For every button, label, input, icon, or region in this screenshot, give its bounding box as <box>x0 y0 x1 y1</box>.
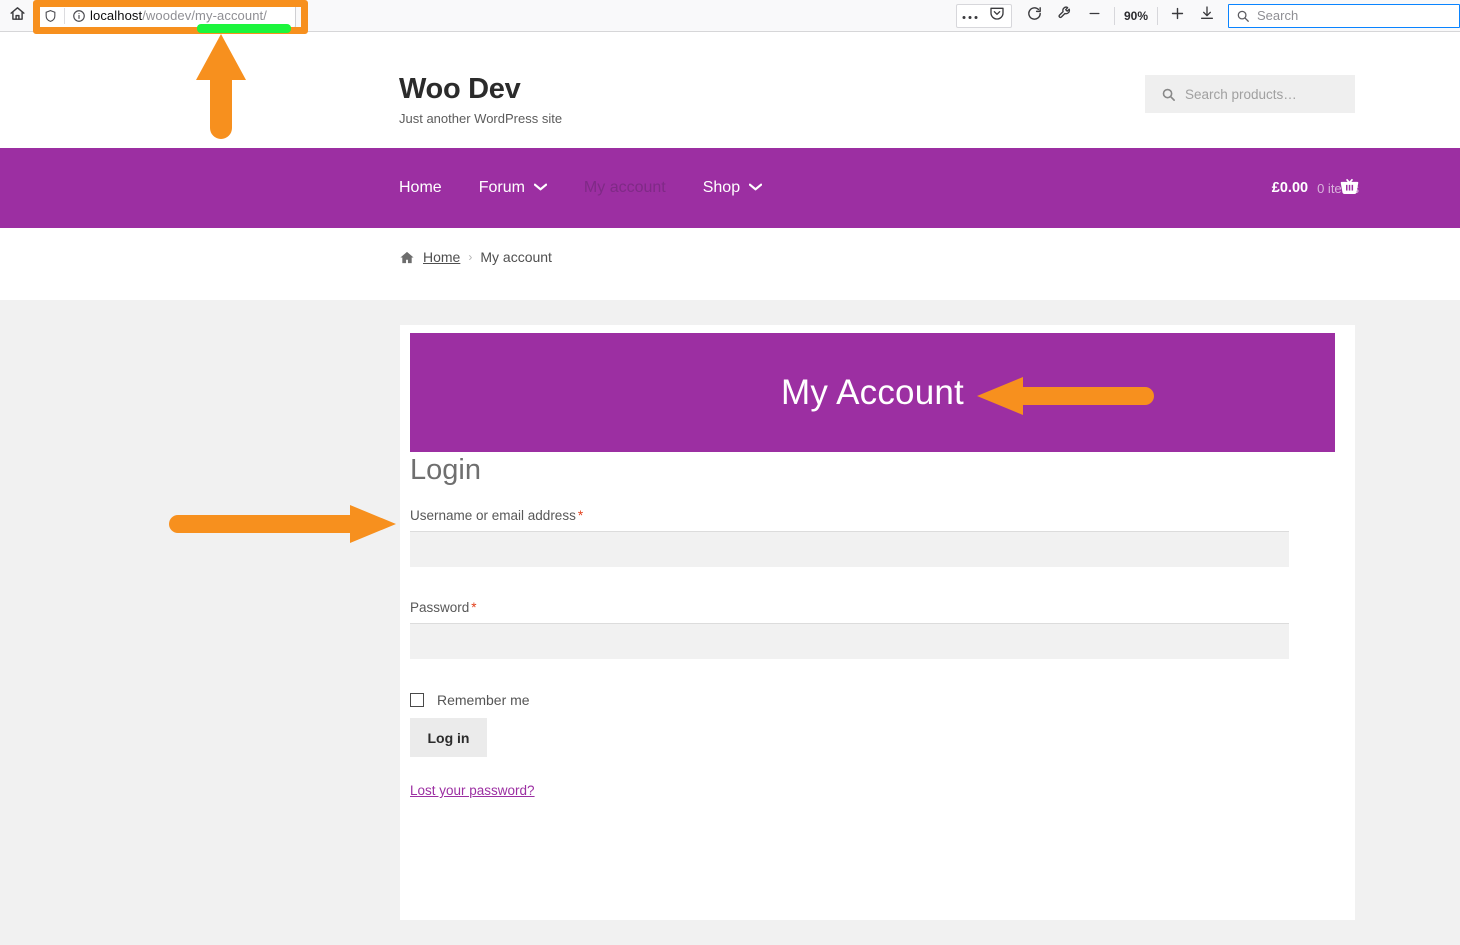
chevron-down-icon[interactable] <box>533 183 548 194</box>
address-bar[interactable]: localhost/woodev/my-account/ <box>36 3 296 28</box>
reload-icon <box>1026 5 1043 27</box>
ellipsis-menu-button[interactable] <box>957 5 984 27</box>
password-label-text: Password <box>410 600 470 615</box>
username-field-group: Username or email address * <box>410 508 1310 567</box>
my-account-card: My Account Login Username or email addre… <box>400 325 1355 920</box>
url-path: /woodev/my-account/ <box>142 8 267 23</box>
chevron-down-icon[interactable] <box>748 183 763 194</box>
zoom-level-label[interactable]: 90% <box>1119 9 1153 23</box>
nav-item-label: Forum <box>478 179 525 196</box>
remember-me-row[interactable]: Remember me <box>410 692 1310 708</box>
password-label: Password * <box>410 600 1310 615</box>
my-account-banner: My Account <box>410 333 1335 452</box>
site-title[interactable]: Woo Dev <box>399 73 521 106</box>
product-search-placeholder: Search products… <box>1185 86 1297 102</box>
username-label-text: Username or email address <box>410 508 576 523</box>
address-bar-container: localhost/woodev/my-account/ <box>36 3 296 28</box>
login-heading: Login <box>410 454 481 486</box>
browser-search-placeholder: Search <box>1257 8 1299 23</box>
pocket-icon <box>989 5 1005 26</box>
breadcrumb: Home › My account <box>399 249 552 265</box>
password-input[interactable] <box>410 623 1289 659</box>
primary-navigation: Home Forum My account Shop £0.00 0 items <box>0 148 1460 228</box>
address-bar-divider <box>64 7 65 24</box>
nav-item-label: Home <box>399 179 442 196</box>
remember-me-label: Remember me <box>437 692 530 708</box>
search-icon <box>1236 9 1250 23</box>
zoom-in-button[interactable] <box>1162 1 1192 31</box>
zoom-out-button[interactable] <box>1080 1 1110 31</box>
download-icon <box>1199 5 1215 26</box>
required-mark: * <box>577 508 584 523</box>
nav-item-my-account[interactable]: My account <box>584 179 666 197</box>
breadcrumb-bar: Home › My account <box>0 228 1460 300</box>
plus-icon <box>1169 5 1186 27</box>
lost-password-link[interactable]: Lost your password? <box>410 783 535 798</box>
toolbar-divider-2 <box>1157 6 1158 25</box>
site-info-icon[interactable] <box>68 5 90 27</box>
home-button[interactable] <box>0 0 34 32</box>
login-button[interactable]: Log in <box>410 718 487 757</box>
devtools-button[interactable] <box>1050 1 1080 31</box>
nav-item-label: Shop <box>702 179 741 196</box>
required-mark: * <box>471 600 477 615</box>
cart-total-amount: £0.00 <box>1271 180 1309 196</box>
nav-item-forum[interactable]: Forum <box>478 179 548 197</box>
search-icon <box>1161 87 1176 102</box>
toolbar-right-controls: 90% Search <box>955 0 1460 32</box>
lost-password-row: Lost your password? <box>410 757 1310 800</box>
home-icon <box>9 5 26 27</box>
browser-toolbar: localhost/woodev/my-account/ 90% Search <box>0 0 1460 32</box>
menu-pocket-group <box>955 3 1012 28</box>
remember-me-checkbox[interactable] <box>410 693 424 707</box>
tracking-protection-shield-icon[interactable] <box>39 5 61 27</box>
nav-menu: Home Forum My account Shop <box>399 148 799 228</box>
breadcrumb-separator: › <box>468 250 473 264</box>
product-search-input[interactable]: Search products… <box>1145 75 1355 113</box>
content-area: My Account Login Username or email addre… <box>0 300 1460 945</box>
login-form: Username or email address * Password * Rem… <box>410 508 1310 800</box>
shopping-basket-icon[interactable] <box>1338 177 1361 203</box>
browser-search-box[interactable]: Search <box>1228 3 1460 28</box>
username-input[interactable] <box>410 531 1289 567</box>
password-field-group: Password * <box>410 600 1310 659</box>
nav-item-label: My account <box>583 179 666 196</box>
site-header: Woo Dev Just another WordPress site Sear… <box>0 32 1460 148</box>
breadcrumb-current: My account <box>480 249 552 265</box>
reload-button[interactable] <box>1020 1 1050 31</box>
page-title: My Account <box>781 372 964 412</box>
ellipsis-menu-icon <box>962 7 978 25</box>
nav-item-shop[interactable]: Shop <box>702 179 763 197</box>
username-label: Username or email address * <box>410 508 1310 523</box>
downloads-button[interactable] <box>1192 1 1222 31</box>
nav-item-home[interactable]: Home <box>399 179 442 197</box>
toolbar-divider-1 <box>1113 6 1115 25</box>
address-bar-url: localhost/woodev/my-account/ <box>90 8 267 23</box>
breadcrumb-link-home[interactable]: Home <box>423 249 460 265</box>
pocket-button[interactable] <box>984 5 1011 27</box>
minus-icon <box>1087 6 1102 26</box>
url-host: localhost <box>90 8 143 23</box>
home-icon <box>399 250 415 265</box>
site-tagline: Just another WordPress site <box>399 111 563 126</box>
wrench-icon <box>1057 5 1073 26</box>
